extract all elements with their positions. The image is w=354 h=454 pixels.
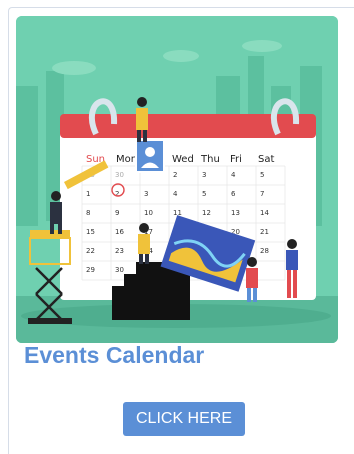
- calendar-day: 16: [115, 228, 124, 236]
- calendar-day: 6: [231, 190, 236, 198]
- calendar-day: 1: [86, 190, 90, 198]
- weekday-thu: Thu: [200, 154, 220, 165]
- events-calendar-title: Events Calendar: [24, 342, 205, 368]
- weekday-fri: Fri: [230, 154, 242, 165]
- calendar-day: 7: [260, 190, 264, 198]
- calendar-day: 3: [202, 171, 206, 179]
- click-here-button[interactable]: CLICK HERE: [123, 402, 245, 436]
- calendar-day: 30: [115, 171, 124, 179]
- calendar-day: 22: [86, 247, 95, 255]
- events-illustration: Sun Mon Wed Thu Fri Sat 2930234512345678…: [16, 16, 338, 343]
- calendar-day: 8: [86, 209, 90, 217]
- calendar-day: 28: [260, 247, 269, 255]
- calendar-day: 4: [173, 190, 178, 198]
- calendar-day: 29: [86, 266, 95, 274]
- weekday-sat: Sat: [258, 154, 274, 165]
- weekday-wed: Wed: [172, 154, 194, 165]
- calendar-day: 5: [202, 190, 206, 198]
- weekday-mon: Mon: [116, 154, 137, 165]
- calendar-day: 14: [260, 209, 269, 217]
- calendar-day: 2: [115, 190, 119, 198]
- calendar-day: 23: [115, 247, 124, 255]
- calendar-day: 30: [115, 266, 124, 274]
- calendar-day: 10: [144, 209, 153, 217]
- calendar-day: 12: [202, 209, 211, 217]
- calendar-day: 21: [260, 228, 269, 236]
- calendar-day: 15: [86, 228, 95, 236]
- calendar-day: 3: [144, 190, 148, 198]
- calendar-illustration-icon: Sun Mon Wed Thu Fri Sat 2930234512345678…: [16, 16, 338, 343]
- calendar-day: 9: [115, 209, 119, 217]
- calendar-day: 5: [260, 171, 264, 179]
- calendar-day: 4: [231, 171, 236, 179]
- calendar-day: 13: [231, 209, 240, 217]
- calendar-day: 2: [173, 171, 177, 179]
